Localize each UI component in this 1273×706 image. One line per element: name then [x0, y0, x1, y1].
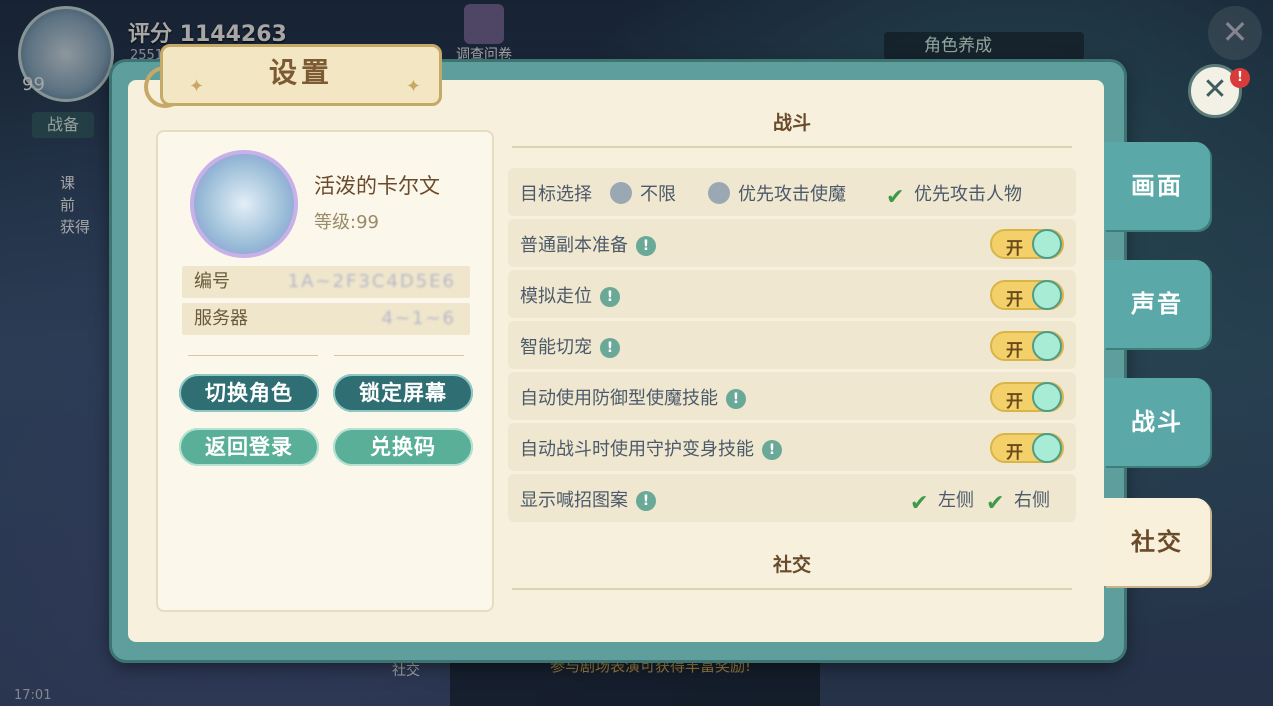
- check-icon: ✔: [910, 491, 929, 516]
- radio-icon: [610, 182, 632, 204]
- toggle-label: 开: [1006, 392, 1023, 412]
- setting-label: 显示喊招图案!: [520, 486, 656, 512]
- target-option-player[interactable]: ✔ 优先攻击人物: [886, 180, 1022, 210]
- check-icon: ✔: [986, 491, 1005, 516]
- toggle-switch[interactable]: 开: [990, 382, 1064, 412]
- toggle-label: 开: [1006, 443, 1023, 463]
- toggle-switch[interactable]: 开: [990, 280, 1064, 310]
- toggle-switch[interactable]: 开: [990, 229, 1064, 259]
- radio-icon: [708, 182, 730, 204]
- setting-label-text: 普通副本准备: [520, 235, 628, 256]
- profile-avatar[interactable]: [190, 150, 298, 258]
- setting-normal-dungeon: 普通副本准备! 开: [508, 219, 1076, 267]
- setting-label-text: 模拟走位: [520, 286, 592, 307]
- setting-label: 自动战斗时使用守护变身技能!: [520, 435, 782, 461]
- section-title-battle: 战斗: [772, 112, 811, 134]
- server-label: 服务器: [194, 308, 248, 329]
- panel-title-text: 设置: [268, 56, 333, 89]
- check-icon: ✔: [886, 185, 905, 210]
- star-icon: ✦: [405, 76, 425, 97]
- switch-role-button[interactable]: 切换角色: [179, 374, 319, 412]
- toggle-knob: [1032, 331, 1062, 361]
- setting-label: 目标选择: [520, 184, 592, 205]
- star-icon: ✦: [189, 76, 209, 97]
- setting-label-text: 智能切宠: [520, 337, 592, 358]
- id-value: 1A~2F3C4D5E6: [287, 271, 456, 292]
- setting-auto-defense: 自动使用防御型使魔技能! 开: [508, 372, 1076, 420]
- tab-battle[interactable]: 战斗: [1104, 378, 1210, 466]
- panel-title: ✦ 设置 ✦: [160, 44, 442, 106]
- toggle-switch[interactable]: 开: [990, 433, 1064, 463]
- option-label: 优先攻击使魔: [738, 184, 846, 205]
- setting-shout-pattern: 显示喊招图案! ✔ 左侧 ✔ 右侧: [508, 474, 1076, 522]
- section-divider: [512, 146, 1072, 148]
- shout-right-checkbox[interactable]: ✔ 右侧: [986, 486, 1050, 516]
- setting-label: 智能切宠!: [520, 333, 620, 359]
- server-value: 4~1~6: [381, 308, 456, 329]
- shout-left-checkbox[interactable]: ✔ 左侧: [910, 486, 974, 516]
- profile-name: 活泼的卡尔文: [314, 174, 440, 198]
- setting-label: 普通副本准备!: [520, 231, 656, 257]
- back-to-login-button[interactable]: 返回登录: [179, 428, 319, 466]
- setting-label-text: 自动使用防御型使魔技能: [520, 388, 718, 409]
- toggle-label: 开: [1006, 290, 1023, 310]
- setting-simulate-move: 模拟走位! 开: [508, 270, 1076, 318]
- info-icon[interactable]: !: [636, 491, 656, 511]
- toggle-knob: [1032, 382, 1062, 412]
- id-label: 编号: [194, 271, 230, 292]
- tab-display[interactable]: 画面: [1104, 142, 1210, 230]
- section-divider: [512, 588, 1072, 590]
- toggle-knob: [1032, 229, 1062, 259]
- option-label: 优先攻击人物: [914, 184, 1022, 205]
- info-icon[interactable]: !: [600, 338, 620, 358]
- info-icon[interactable]: !: [636, 236, 656, 256]
- setting-label-text: 显示喊招图案: [520, 490, 628, 511]
- info-icon[interactable]: !: [762, 440, 782, 460]
- lock-screen-button[interactable]: 锁定屏幕: [333, 374, 473, 412]
- option-label: 右侧: [1014, 490, 1050, 511]
- profile-server-row: 服务器 4~1~6: [182, 303, 470, 335]
- setting-auto-guard: 自动战斗时使用守护变身技能! 开: [508, 423, 1076, 471]
- setting-target-select: 目标选择 不限 优先攻击使魔 ✔ 优先攻击人物: [508, 168, 1076, 216]
- setting-label-text: 自动战斗时使用守护变身技能: [520, 439, 754, 460]
- target-option-any[interactable]: 不限: [610, 180, 676, 206]
- setting-label: 自动使用防御型使魔技能!: [520, 384, 746, 410]
- section-title-social: 社交: [772, 554, 811, 576]
- setting-smart-pet: 智能切宠! 开: [508, 321, 1076, 369]
- info-icon[interactable]: !: [600, 287, 620, 307]
- redeem-code-button[interactable]: 兑换码: [333, 428, 473, 466]
- option-label: 左侧: [938, 490, 974, 511]
- notification-badge: !: [1230, 68, 1250, 88]
- toggle-label: 开: [1006, 341, 1023, 361]
- tab-social[interactable]: 社交: [1104, 498, 1210, 586]
- info-icon[interactable]: !: [726, 389, 746, 409]
- toggle-label: 开: [1006, 239, 1023, 259]
- profile-id-row: 编号 1A~2F3C4D5E6: [182, 266, 470, 298]
- toggle-knob: [1032, 433, 1062, 463]
- profile-level: 等级:99: [314, 212, 379, 233]
- toggle-switch[interactable]: 开: [990, 331, 1064, 361]
- divider: [180, 352, 472, 360]
- toggle-knob: [1032, 280, 1062, 310]
- target-option-pet[interactable]: 优先攻击使魔: [708, 180, 846, 206]
- option-label: 不限: [640, 184, 676, 205]
- tab-sound[interactable]: 声音: [1104, 260, 1210, 348]
- setting-label: 模拟走位!: [520, 282, 620, 308]
